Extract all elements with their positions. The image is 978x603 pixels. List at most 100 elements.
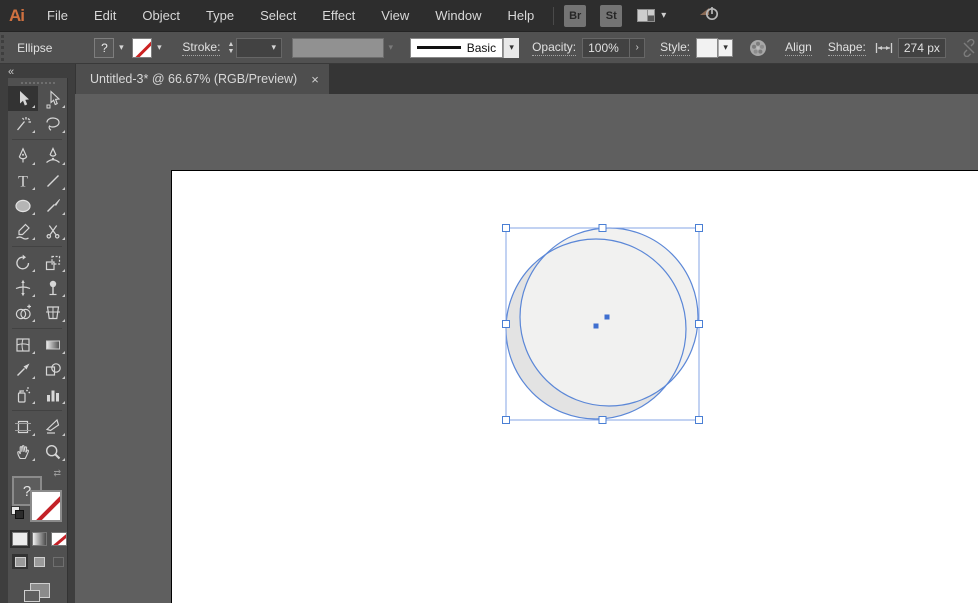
collapse-panel-icon[interactable]: « (8, 66, 75, 78)
close-icon[interactable]: × (311, 72, 319, 87)
draw-behind-button[interactable] (31, 554, 47, 569)
mesh-tool[interactable] (8, 332, 38, 357)
graphic-style-control[interactable]: ▾ (696, 37, 734, 58)
menu-type[interactable]: Type (193, 0, 247, 31)
zoom-tool[interactable] (38, 439, 68, 464)
perspective-grid-tool[interactable] (38, 300, 68, 325)
magic-wand-icon (16, 116, 31, 130)
stroke-panel-link[interactable]: Stroke: (182, 40, 221, 56)
width-measure (874, 39, 894, 57)
blend-tool[interactable] (38, 357, 68, 382)
opacity-value-field[interactable]: 100% (582, 37, 631, 58)
mesh-icon (16, 337, 30, 352)
chevron-down-icon[interactable]: ▾ (267, 38, 281, 58)
scissors-tool[interactable] (38, 218, 68, 243)
lasso-icon (46, 116, 60, 131)
change-screen-mode-button[interactable] (24, 583, 50, 603)
scale-tool[interactable] (38, 250, 68, 275)
chevron-down-icon[interactable]: ▾ (114, 38, 128, 58)
shape-panel-link[interactable]: Shape: (827, 40, 866, 56)
direct-selection-tool[interactable] (38, 86, 68, 111)
stroke-width-stepper[interactable]: ▲ ▼ (227, 41, 234, 55)
pen-tool[interactable] (8, 143, 38, 168)
recolor-artwork-icon (750, 39, 767, 56)
none-button[interactable] (51, 532, 68, 546)
chevron-down-icon: ▾ (661, 10, 667, 21)
width-tool[interactable] (8, 275, 38, 300)
column-graph-tool[interactable] (38, 382, 68, 407)
menu-file[interactable]: File (34, 0, 81, 31)
style-panel-link[interactable]: Style: (660, 40, 691, 56)
menu-view[interactable]: View (368, 0, 422, 31)
selection-tool[interactable] (8, 86, 38, 111)
line-segment-tool[interactable] (38, 168, 68, 193)
style-swatch[interactable] (696, 37, 719, 58)
panel-grip[interactable] (20, 82, 55, 84)
recolor-artwork-button[interactable] (749, 39, 767, 57)
stepper-down-icon[interactable]: ▼ (227, 48, 234, 55)
color-button[interactable] (10, 530, 30, 548)
tool-group-separator (8, 407, 68, 414)
rotate-tool[interactable] (8, 250, 38, 275)
draw-normal-button[interactable] (12, 554, 29, 569)
bridge-button[interactable]: Br (564, 4, 587, 27)
hand-tool[interactable] (8, 439, 38, 464)
stroke-width-combo[interactable]: ▾ (236, 37, 282, 58)
stroke-color-control[interactable]: ▾ (132, 37, 166, 58)
drawing-mode-buttons (8, 546, 67, 569)
constrain-proportions-toggle[interactable] (960, 38, 978, 57)
chevron-right-icon[interactable]: › (630, 37, 646, 58)
align-panel-link[interactable]: Align (785, 40, 812, 56)
default-fill-stroke-icon[interactable] (11, 506, 24, 519)
eyedropper-tool[interactable] (8, 357, 38, 382)
shape-builder-tool[interactable] (8, 300, 38, 325)
slice-tool[interactable] (38, 414, 68, 439)
opacity-panel-link[interactable]: Opacity: (532, 40, 577, 56)
lasso-tool[interactable] (38, 111, 68, 136)
center-anchor-point[interactable] (604, 314, 610, 320)
curvature-tool[interactable] (38, 143, 68, 168)
stroke-indicator[interactable] (30, 490, 62, 522)
type-tool[interactable]: T (8, 168, 38, 193)
ellipse-tool[interactable] (8, 193, 38, 218)
share-power-icon (700, 7, 719, 21)
swap-fill-stroke-icon[interactable]: ⇄ (53, 468, 61, 479)
brush-definition-control[interactable]: ▾ (291, 37, 398, 58)
artboard-tool[interactable] (8, 414, 38, 439)
chevron-down-icon[interactable]: ▾ (152, 38, 166, 58)
draw-inside-button[interactable] (51, 554, 67, 569)
canvas-area[interactable] (75, 94, 978, 603)
menu-select[interactable]: Select (247, 0, 309, 31)
puppet-warp-tool[interactable] (38, 275, 68, 300)
menu-object[interactable]: Object (129, 0, 193, 31)
stock-button[interactable]: St (600, 4, 623, 27)
workspace-switcher[interactable]: ▾ (636, 7, 666, 25)
paintbrush-tool[interactable] (38, 193, 68, 218)
menu-edit[interactable]: Edit (81, 0, 129, 31)
share-button[interactable] (696, 3, 722, 28)
menu-window[interactable]: Window (422, 0, 494, 31)
chevron-down-icon[interactable]: ▾ (718, 38, 734, 57)
chevron-down-icon[interactable]: ▾ (503, 37, 520, 58)
fill-color-control[interactable]: ? ▾ (94, 37, 128, 58)
gradient-tool[interactable] (38, 332, 68, 357)
menu-effect[interactable]: Effect (309, 0, 368, 31)
symbol-sprayer-tool[interactable] (8, 382, 38, 407)
stroke-style-dropdown[interactable]: Basic (409, 37, 504, 58)
document-tab[interactable]: Untitled-3* @ 66.67% (RGB/Preview) × (76, 64, 329, 94)
control-bar-grip[interactable] (1, 34, 9, 61)
shape-width-field[interactable]: 274 px (897, 37, 946, 58)
stroke-none-swatch[interactable] (132, 37, 153, 58)
menu-help[interactable]: Help (494, 0, 547, 31)
opacity-control[interactable]: 100% › (582, 37, 646, 58)
scale-icon (45, 255, 61, 270)
shaper-tool[interactable] (8, 218, 38, 243)
stroke-style-control[interactable]: Basic ▾ (409, 37, 520, 58)
gradient-button[interactable] (31, 532, 48, 546)
stepper-up-icon[interactable]: ▲ (227, 41, 234, 48)
brush-dropdown[interactable] (291, 37, 384, 58)
magic-wand-tool[interactable] (8, 111, 38, 136)
fill-swatch[interactable]: ? (94, 37, 115, 58)
center-anchor-point[interactable] (593, 323, 599, 329)
gradient-icon (46, 340, 60, 349)
